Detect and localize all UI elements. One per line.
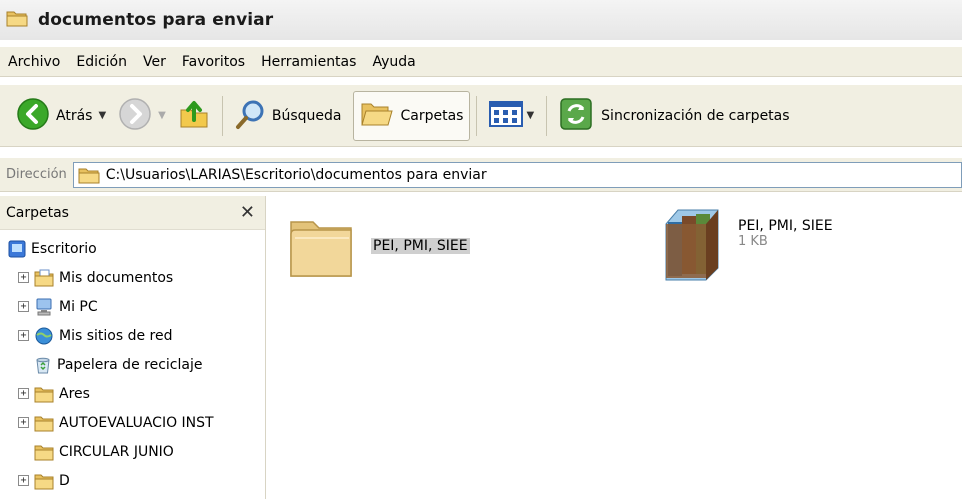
folders-pane: Carpetas ✕ Escritorio + Mis documentos +… — [0, 196, 266, 499]
expand-icon[interactable]: + — [18, 272, 29, 283]
title-bar: documentos para enviar — [0, 0, 962, 40]
forward-button[interactable]: ▼ — [112, 91, 172, 141]
folders-pane-header: Carpetas ✕ — [0, 196, 265, 230]
search-icon — [235, 98, 267, 134]
folders-pane-title: Carpetas — [6, 204, 69, 221]
tree-item-mis-sitios-de-red[interactable]: + Mis sitios de red — [0, 321, 265, 350]
winrar-archive-icon — [660, 206, 730, 286]
toolbar-separator — [221, 95, 223, 136]
expand-icon[interactable]: + — [18, 388, 29, 399]
forward-arrow-icon — [118, 97, 152, 135]
menu-bar: Archivo Edición Ver Favoritos Herramient… — [0, 47, 962, 77]
tree-item-label: Mi PC — [59, 298, 98, 315]
expand-icon[interactable]: + — [18, 417, 29, 428]
folder-icon — [34, 385, 54, 403]
my-documents-icon — [34, 269, 54, 287]
file-item-folder[interactable]: PEI, PMI, SIEE — [285, 210, 470, 286]
expand-icon[interactable]: + — [18, 330, 29, 341]
tree-item-label: AUTOEVALUACIO INST — [59, 414, 214, 431]
tree-item-mi-pc[interactable]: + Mi PC — [0, 292, 265, 321]
toolbar-separator — [546, 95, 548, 136]
tree-item-label: Escritorio — [31, 240, 97, 257]
folders-button[interactable]: Carpetas — [353, 90, 471, 141]
address-label: Dirección — [6, 167, 67, 182]
tree-item-mis-documentos[interactable]: + Mis documentos — [0, 263, 265, 292]
tree-item-label: D — [59, 472, 70, 489]
folder-large-icon — [285, 210, 357, 286]
tree-item-circular-junio[interactable]: CIRCULAR JUNIO — [0, 437, 265, 466]
tree-item-label: Mis documentos — [59, 269, 174, 286]
folder-icon — [34, 472, 54, 490]
up-folder-icon — [178, 98, 210, 134]
file-item-text: PEI, PMI, SIEE 1 KB — [738, 218, 833, 249]
folder-icon — [6, 9, 28, 31]
folder-icon — [78, 166, 100, 184]
sync-label: Sincronización de carpetas — [601, 107, 790, 124]
window-title: documentos para enviar — [38, 10, 274, 30]
file-item-name: PEI, PMI, SIEE — [371, 238, 470, 254]
tree-item-papelera[interactable]: Papelera de reciclaje — [0, 350, 265, 379]
tree-item-d[interactable]: + D — [0, 466, 265, 495]
views-icon — [489, 100, 524, 132]
tree-item-label: Mis sitios de red — [59, 327, 173, 344]
menu-archivo[interactable]: Archivo — [8, 54, 60, 70]
recycle-bin-icon — [34, 356, 52, 374]
menu-edicion[interactable]: Edición — [76, 54, 127, 70]
folder-tree: Escritorio + Mis documentos + Mi PC + Mi… — [0, 230, 265, 495]
file-item-archive[interactable]: PEI, PMI, SIEE 1 KB — [660, 206, 833, 286]
search-label: Búsqueda — [271, 107, 342, 124]
toolbar-separator — [476, 95, 478, 136]
address-input[interactable]: C:\Usuarios\LARIAS\Escritorio\documentos… — [72, 161, 962, 188]
folder-icon — [34, 414, 54, 432]
tree-item-escritorio[interactable]: Escritorio — [0, 234, 265, 263]
close-icon[interactable]: ✕ — [240, 202, 255, 223]
back-label: Atrás — [56, 107, 93, 124]
tree-item-label: Ares — [59, 385, 90, 402]
search-button[interactable]: Búsqueda — [229, 91, 348, 141]
address-path: C:\Usuarios\LARIAS\Escritorio\documentos… — [105, 166, 487, 183]
network-icon — [34, 327, 54, 345]
toolbar: Atrás ▼ ▼ Búsqueda Carpetas ▼ Sincroniza… — [0, 85, 962, 147]
back-dropdown-icon[interactable]: ▼ — [98, 110, 106, 121]
file-list-view: PEI, PMI, SIEE PEI, PMI, SIEE 1 KB — [267, 196, 962, 499]
menu-herramientas[interactable]: Herramientas — [261, 54, 356, 70]
file-item-name: PEI, PMI, SIEE — [738, 218, 833, 234]
views-button[interactable]: ▼ — [483, 91, 540, 141]
menu-ver[interactable]: Ver — [143, 54, 166, 70]
folders-label: Carpetas — [400, 107, 464, 124]
back-button[interactable]: Atrás ▼ — [10, 91, 112, 141]
expand-icon[interactable]: + — [18, 301, 29, 312]
tree-item-label: Papelera de reciclaje — [57, 356, 203, 373]
desktop-icon — [8, 240, 26, 258]
views-dropdown-icon[interactable]: ▼ — [526, 110, 534, 121]
sync-folders-button[interactable]: Sincronización de carpetas — [553, 91, 795, 141]
folder-icon — [34, 443, 54, 461]
tree-item-autoevaluacio[interactable]: + AUTOEVALUACIO INST — [0, 408, 265, 437]
file-item-size: 1 KB — [738, 234, 768, 249]
tree-item-label: CIRCULAR JUNIO — [59, 443, 174, 460]
up-folder-button[interactable] — [172, 91, 216, 141]
tree-item-ares[interactable]: + Ares — [0, 379, 265, 408]
computer-icon — [34, 298, 54, 316]
sync-icon — [559, 97, 593, 135]
expand-icon[interactable]: + — [18, 475, 29, 486]
forward-dropdown-icon[interactable]: ▼ — [158, 110, 166, 121]
menu-ayuda[interactable]: Ayuda — [372, 54, 415, 70]
address-bar: Dirección C:\Usuarios\LARIAS\Escritorio\… — [0, 158, 962, 192]
folders-icon — [360, 98, 394, 134]
menu-favoritos[interactable]: Favoritos — [182, 54, 245, 70]
back-arrow-icon — [16, 97, 50, 135]
